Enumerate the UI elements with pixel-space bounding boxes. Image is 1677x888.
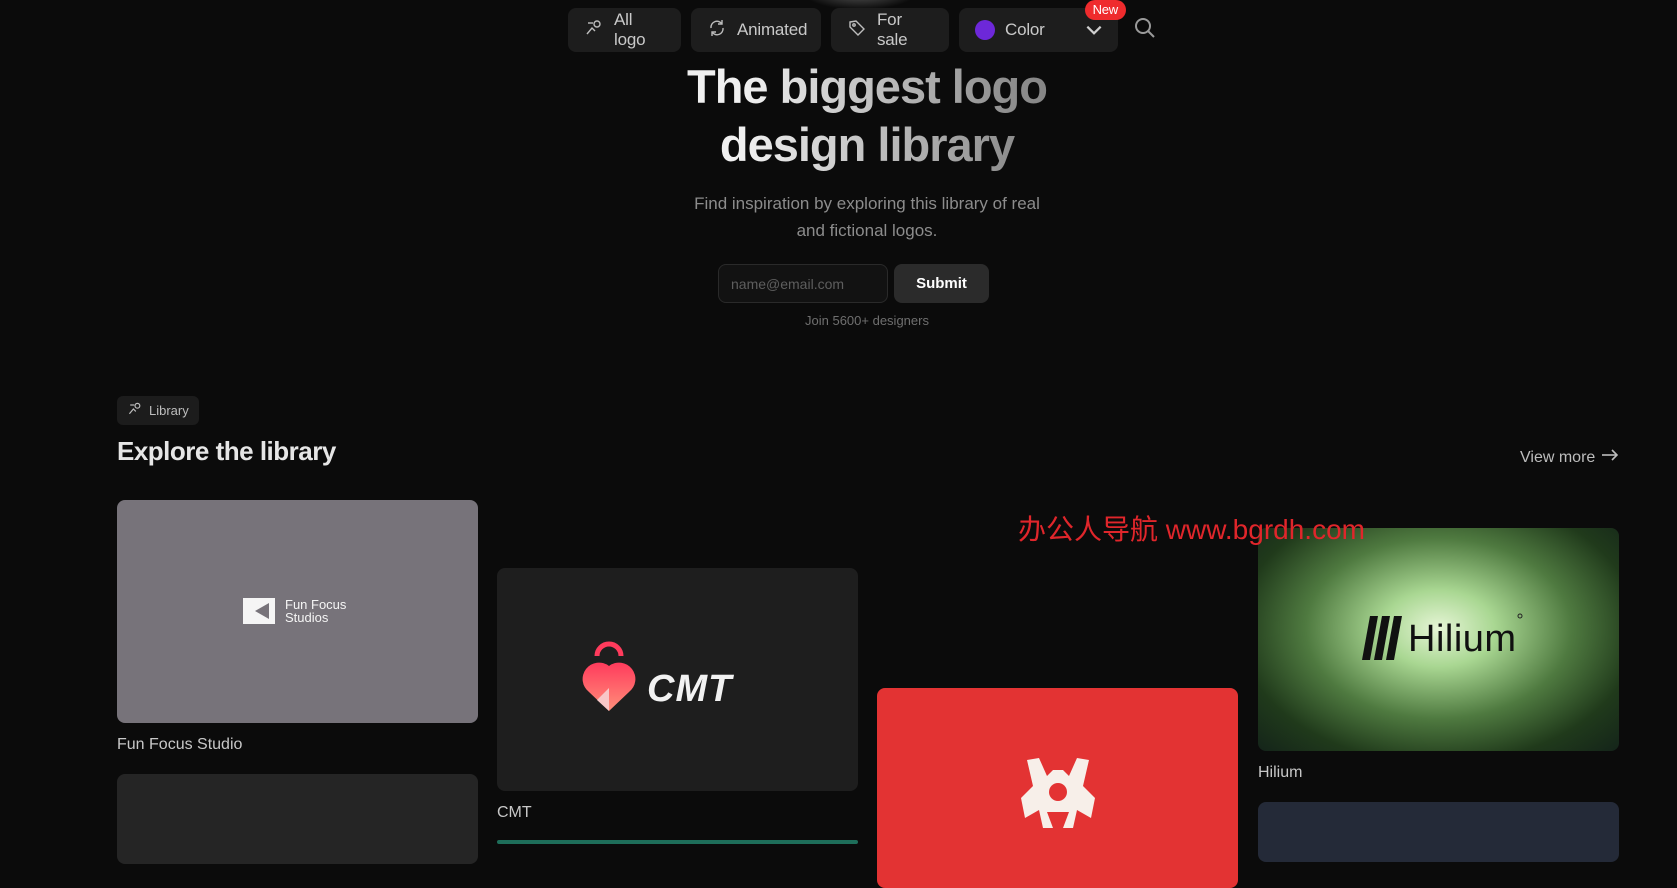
arrow-right-icon xyxy=(1601,448,1619,467)
view-more-label: View more xyxy=(1520,448,1596,466)
library-card[interactable]: CMT xyxy=(497,568,858,791)
library-chip: Library xyxy=(117,396,199,425)
top-nav: All logo Animated For sale Color New xyxy=(568,0,1160,52)
color-swatch xyxy=(975,20,995,40)
watermark-text: 办公人导航 www.bgrdh.com xyxy=(1018,514,1365,545)
refresh-icon xyxy=(707,18,727,43)
search-button[interactable] xyxy=(1130,15,1160,45)
cmt-logo-text: CMT xyxy=(647,668,733,710)
hero-subtitle: Find inspiration by exploring this libra… xyxy=(0,190,1677,244)
hero-title-line: design library xyxy=(719,118,1015,171)
samurai-logo xyxy=(1021,758,1095,828)
new-badge: New xyxy=(1084,0,1126,20)
nav-animated[interactable]: Animated xyxy=(691,8,821,52)
color-filter-dropdown[interactable]: Color New xyxy=(959,0,1126,52)
nav-for-sale[interactable]: For sale xyxy=(831,8,949,52)
join-count-text: Join 5600+ designers xyxy=(805,313,929,328)
library-card[interactable] xyxy=(1258,802,1619,862)
library-chip-label: Library xyxy=(149,403,189,418)
hilium-logo-text: Hilium xyxy=(1408,618,1517,660)
card-title[interactable]: Fun Focus Studio xyxy=(117,736,242,754)
chevron-down-icon xyxy=(1084,20,1104,45)
card-title[interactable]: CMT xyxy=(497,804,532,822)
view-more-link[interactable]: View more xyxy=(1520,448,1619,467)
logo-icon xyxy=(127,401,143,420)
tag-icon xyxy=(847,18,867,43)
hero-title: The biggest logo design library xyxy=(0,58,1677,174)
color-filter-label: Color xyxy=(1005,20,1045,39)
nav-label: All logo xyxy=(614,10,646,49)
hero-subtitle-line: Find inspiration by exploring this libra… xyxy=(694,194,1040,213)
search-icon xyxy=(1133,16,1157,45)
hero-subtitle-line: and fictional logos. xyxy=(796,221,938,240)
library-card[interactable] xyxy=(877,688,1238,888)
section-title: Explore the library xyxy=(117,436,336,466)
logo-icon xyxy=(584,18,604,43)
submit-button[interactable]: Submit xyxy=(894,264,989,303)
nav-label: For sale xyxy=(877,10,908,49)
library-card[interactable]: Hilium xyxy=(1258,528,1619,751)
card-edge xyxy=(497,840,858,844)
nav-all-logo[interactable]: All logo xyxy=(568,8,681,52)
library-card[interactable]: Fun Focus Studios xyxy=(117,500,478,723)
nav-label: Animated xyxy=(737,20,808,39)
signup-form: Submit xyxy=(718,264,989,303)
fun-focus-logo-text: Studios xyxy=(285,610,329,625)
hero-title-line: The biggest logo xyxy=(687,60,1047,113)
library-card[interactable] xyxy=(117,774,478,864)
email-input[interactable] xyxy=(718,264,888,303)
card-title[interactable]: Hilium xyxy=(1258,764,1302,782)
